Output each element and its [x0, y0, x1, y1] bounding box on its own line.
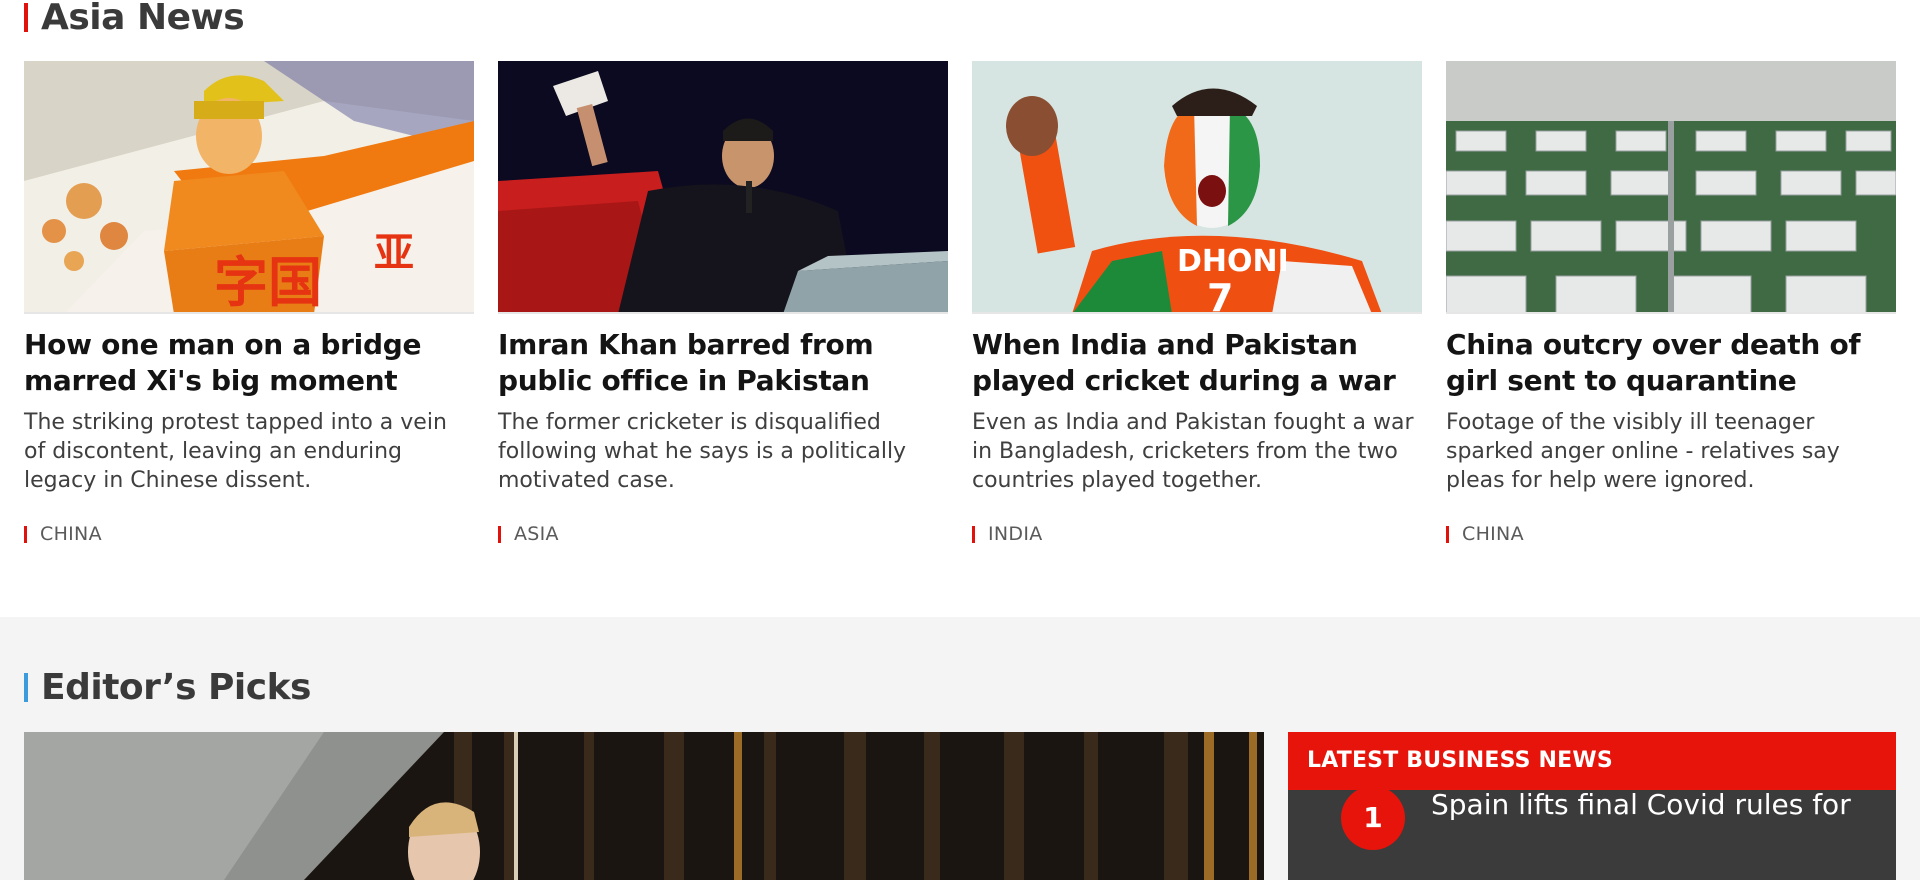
asia-news-title[interactable]: Asia News	[41, 0, 245, 38]
story-image-cricket-fan[interactable]: DHONI 7	[972, 61, 1422, 314]
latest-business-news-panel: LATEST BUSINESS NEWS 1 Spain lifts final…	[1288, 732, 1896, 880]
story-tag-label[interactable]: CHINA	[40, 523, 102, 545]
story-tag[interactable]: CHINA	[24, 523, 102, 545]
latest-business-news-header[interactable]: LATEST BUSINESS NEWS	[1288, 732, 1896, 790]
story-image-imran-khan[interactable]	[498, 61, 948, 314]
story-card[interactable]: China outcry over death of girl sent to …	[1446, 61, 1896, 545]
story-tag-label[interactable]: INDIA	[988, 523, 1043, 545]
tag-accent-bar	[1446, 525, 1449, 543]
story-tag[interactable]: ASIA	[498, 523, 559, 545]
story-summary: Even as India and Pakistan fought a war …	[972, 410, 1414, 493]
latest-business-news-item-title[interactable]: Spain lifts final Covid rules for	[1431, 788, 1851, 821]
story-summary: The former cricketer is disqualified fol…	[498, 410, 907, 493]
editors-picks-heading[interactable]: Editor’s Picks	[24, 667, 311, 708]
story-summary: The striking protest tapped into a vein …	[24, 410, 447, 493]
svg-text:7: 7	[1207, 276, 1233, 314]
editors-picks-hero-image[interactable]	[24, 732, 1264, 880]
story-tag[interactable]: CHINA	[1446, 523, 1524, 545]
section-accent-bar	[24, 3, 28, 32]
tag-accent-bar	[972, 525, 975, 543]
story-headline[interactable]: China outcry over death of girl sent to …	[1446, 327, 1896, 399]
editors-picks-title[interactable]: Editor’s Picks	[41, 667, 311, 708]
story-headline[interactable]: Imran Khan barred from public office in …	[498, 327, 948, 399]
story-tag-label[interactable]: ASIA	[514, 523, 559, 545]
story-tag[interactable]: INDIA	[972, 523, 1043, 545]
tag-accent-bar	[498, 525, 501, 543]
editors-picks-section: Editor’s Picks LATEST BUSINESS NEWS 1 Sp…	[0, 617, 1920, 880]
asia-news-heading[interactable]: Asia News	[24, 0, 245, 38]
item-number-badge: 1	[1341, 786, 1405, 850]
svg-text:亚: 亚	[374, 230, 414, 276]
story-card[interactable]: 字国 亚 How one man on a bridge marred Xi's…	[24, 61, 474, 545]
section-accent-bar	[24, 673, 28, 702]
story-headline[interactable]: When India and Pakistan played cricket d…	[972, 327, 1422, 399]
story-tag-label[interactable]: CHINA	[1462, 523, 1524, 545]
asia-news-section: Asia News 字国 亚 How one man on a bridge m…	[0, 0, 1920, 617]
story-card[interactable]: Imran Khan barred from public office in …	[498, 61, 948, 545]
story-card[interactable]: DHONI 7 When India and Pakistan played c…	[972, 61, 1422, 545]
svg-text:DHONI: DHONI	[1177, 244, 1289, 279]
svg-text:字国: 字国	[214, 251, 322, 314]
story-image-propaganda-poster[interactable]: 字国 亚	[24, 61, 474, 314]
story-summary: Footage of the visibly ill teenager spar…	[1446, 410, 1840, 493]
story-image-quarantine-beds[interactable]	[1446, 61, 1896, 314]
story-headline[interactable]: How one man on a bridge marred Xi's big …	[24, 327, 474, 399]
tag-accent-bar	[24, 525, 27, 543]
